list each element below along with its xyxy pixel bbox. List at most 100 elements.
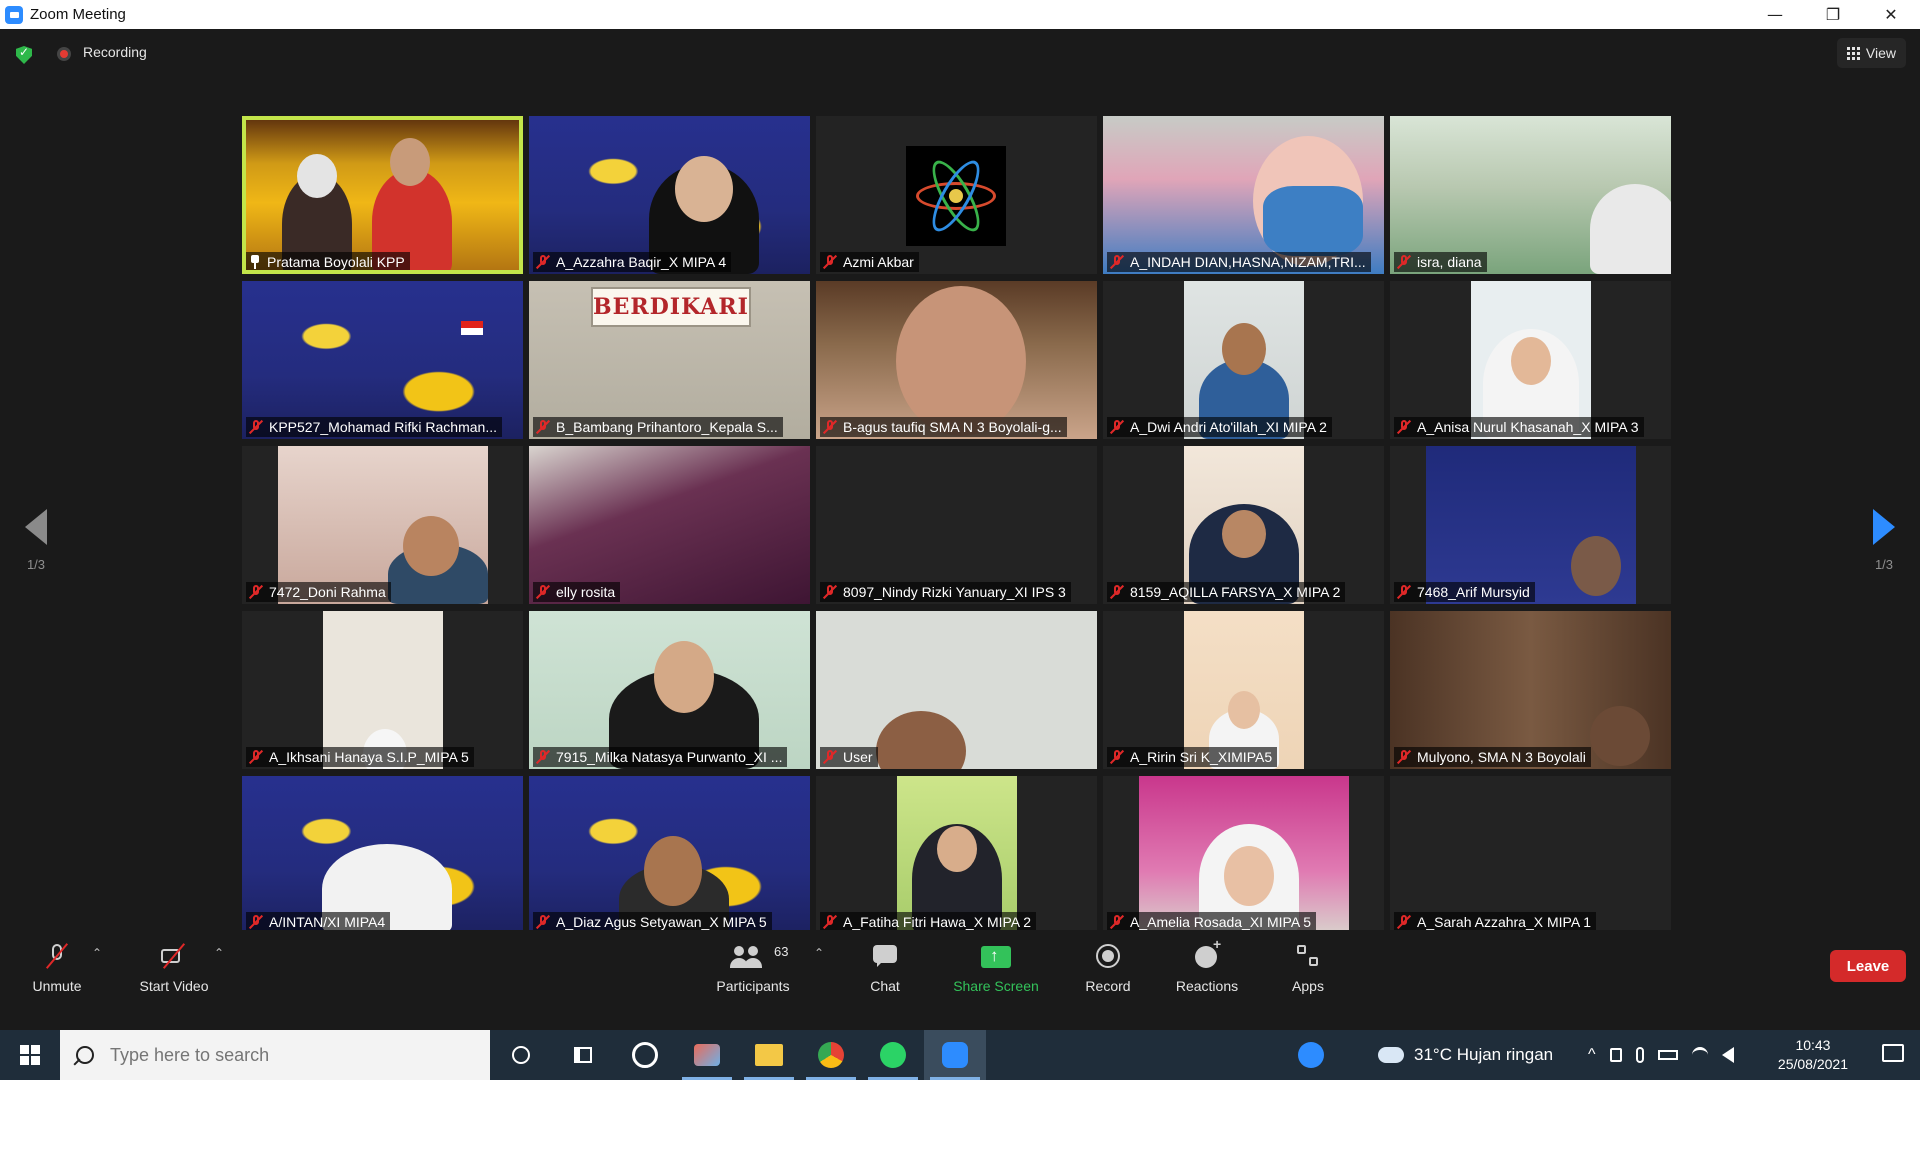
tray-overflow-chevron-icon[interactable]: ^ xyxy=(1588,1046,1596,1064)
participant-figure xyxy=(1510,337,1551,385)
start-video-button[interactable]: Start Video xyxy=(134,930,214,1001)
participant-figure xyxy=(876,711,966,769)
video-feed xyxy=(529,776,810,934)
video-tile[interactable]: A_Amelia Rosada_XI MIPA 5 xyxy=(1103,776,1384,934)
taskbar-search[interactable] xyxy=(60,1030,490,1080)
search-input[interactable] xyxy=(110,1044,440,1066)
arrow-left-icon[interactable] xyxy=(25,509,47,545)
zoom-taskbar-button[interactable] xyxy=(924,1030,986,1080)
video-tile[interactable]: A_Sarah Azzahra_X MIPA 1 xyxy=(1390,776,1671,934)
video-tile[interactable]: A_Anisa Nurul Khasanah_X MIPA 3 xyxy=(1390,281,1671,439)
weather-text: 31°C Hujan ringan xyxy=(1414,1045,1554,1064)
video-feed xyxy=(1183,446,1304,604)
video-tile[interactable]: 7468_Arif Mursyid xyxy=(1390,446,1671,604)
share-screen-button[interactable]: Share Screen xyxy=(950,930,1042,1001)
video-tile[interactable]: A/INTAN/XI MIPA4 xyxy=(242,776,523,934)
chrome-icon xyxy=(818,1042,844,1068)
previous-page-nav[interactable]: 1/3 xyxy=(6,509,66,572)
video-tile[interactable]: 7472_Doni Rahma xyxy=(242,446,523,604)
app-icon xyxy=(632,1042,658,1068)
view-button[interactable]: View xyxy=(1836,38,1906,68)
video-feed xyxy=(529,116,810,274)
participant-name-tag: Mulyono, SMA N 3 Boyolali xyxy=(1394,747,1591,767)
microphone-tray-icon[interactable] xyxy=(1635,1047,1644,1063)
record-icon xyxy=(1094,942,1122,970)
whatsapp-button[interactable] xyxy=(862,1030,924,1080)
participant-figure xyxy=(896,286,1026,436)
mic-muted-icon xyxy=(1397,254,1411,270)
taskbar-app-button[interactable] xyxy=(614,1030,676,1080)
chrome-button[interactable] xyxy=(800,1030,862,1080)
participant-name: Azmi Akbar xyxy=(843,254,914,270)
system-clock[interactable]: 10:43 25/08/2021 xyxy=(1778,1036,1848,1074)
participants-icon xyxy=(730,942,758,970)
participants-button[interactable]: Participants xyxy=(710,930,796,1001)
participant-figure xyxy=(644,836,702,906)
close-button[interactable]: ✕ xyxy=(1862,0,1920,29)
weather-widget[interactable]: 31°C Hujan ringan xyxy=(1378,1030,1553,1080)
unmute-button[interactable]: Unmute xyxy=(26,930,88,1001)
mic-muted-icon xyxy=(536,584,550,600)
video-tile[interactable]: 8097_Nindy Rizki Yanuary_XI IPS 3 xyxy=(816,446,1097,604)
video-options-caret-icon[interactable]: ⌃ xyxy=(214,946,224,960)
file-explorer-button[interactable] xyxy=(738,1030,800,1080)
device-icon[interactable] xyxy=(1609,1048,1622,1062)
participants-options-caret-icon[interactable]: ⌃ xyxy=(814,946,824,960)
taskbar-app-button[interactable] xyxy=(676,1030,738,1080)
participant-figure xyxy=(390,138,430,186)
audio-options-caret-icon[interactable]: ⌃ xyxy=(92,946,102,960)
video-tile[interactable]: B-agus taufiq SMA N 3 Boyolali-g... xyxy=(816,281,1097,439)
apps-icon xyxy=(1294,942,1322,970)
record-button[interactable]: Record xyxy=(1082,930,1134,1001)
participant-name: User xyxy=(843,749,873,765)
video-tile[interactable]: 7915_Milka Natasya Purwanto_XI ... xyxy=(529,611,810,769)
berdikari-sign: BERDIKARI xyxy=(591,287,751,327)
video-tile[interactable]: A_Diaz Agus Setyawan_X MIPA 5 xyxy=(529,776,810,934)
task-view-button[interactable] xyxy=(552,1030,614,1080)
wifi-icon[interactable] xyxy=(1691,1047,1708,1063)
cloud-icon xyxy=(1378,1047,1404,1063)
participant-name-tag: isra, diana xyxy=(1394,252,1487,272)
video-feed xyxy=(1390,611,1671,769)
video-tile[interactable]: A_Azzahra Baqir_X MIPA 4 xyxy=(529,116,810,274)
mic-muted-icon xyxy=(249,584,263,600)
video-tile[interactable]: Pratama Boyolali KPP xyxy=(242,116,523,274)
video-tile[interactable]: Azmi Akbar xyxy=(816,116,1097,274)
start-button[interactable] xyxy=(0,1030,60,1080)
flag-decoration xyxy=(461,321,483,335)
video-tile[interactable]: Mulyono, SMA N 3 Boyolali xyxy=(1390,611,1671,769)
restore-button[interactable]: ❐ xyxy=(1804,0,1862,29)
participant-name-tag: A_Ririn Sri K_XIMIPA5 xyxy=(1107,747,1278,767)
battery-icon[interactable] xyxy=(1657,1050,1678,1060)
video-tile[interactable]: A_Ikhsani Hanaya S.I.P_MIPA 5 xyxy=(242,611,523,769)
meeting-toolbar: Unmute ⌃ Start Video ⌃ Participants 63 ⌃… xyxy=(0,930,1920,1001)
participant-name-tag: A/INTAN/XI MIPA4 xyxy=(246,912,391,932)
video-tile[interactable]: KPP527_Mohamad Rifki Rachman... xyxy=(242,281,523,439)
video-tile[interactable]: A_Dwi Andri Ato'illah_XI MIPA 2 xyxy=(1103,281,1384,439)
video-tile[interactable]: User xyxy=(816,611,1097,769)
minimize-button[interactable]: — xyxy=(1746,0,1804,29)
participant-name-tag: A_Diaz Agus Setyawan_X MIPA 5 xyxy=(533,912,772,932)
video-tile[interactable]: isra, diana xyxy=(1390,116,1671,274)
video-tile[interactable]: elly rosita xyxy=(529,446,810,604)
next-page-nav[interactable]: 1/3 xyxy=(1854,509,1914,572)
leave-button[interactable]: Leave xyxy=(1830,950,1906,982)
video-tile[interactable]: 8159_AQILLA FARSYA_X MIPA 2 xyxy=(1103,446,1384,604)
participant-name-tag: A_Dwi Andri Ato'illah_XI MIPA 2 xyxy=(1107,417,1332,437)
arrow-right-icon[interactable] xyxy=(1873,509,1895,545)
video-tile[interactable]: BERDIKARI B_Bambang Prihantoro_Kepala S.… xyxy=(529,281,810,439)
video-feed xyxy=(529,446,810,604)
apps-button[interactable]: Apps xyxy=(1288,930,1328,1001)
notifications-icon[interactable] xyxy=(1882,1044,1904,1062)
help-icon[interactable] xyxy=(1298,1030,1324,1080)
participant-name: A_Fatiha Fitri Hawa_X MIPA 2 xyxy=(843,914,1032,930)
video-tile[interactable]: A_Ririn Sri K_XIMIPA5 xyxy=(1103,611,1384,769)
chat-button[interactable]: Chat xyxy=(862,930,908,1001)
volume-icon[interactable] xyxy=(1721,1047,1734,1063)
participant-figure xyxy=(675,156,733,222)
cortana-button[interactable] xyxy=(490,1030,552,1080)
video-tile[interactable]: A_INDAH DIAN,HASNA,NIZAM,TRI... xyxy=(1103,116,1384,274)
encryption-shield-icon[interactable] xyxy=(16,46,32,64)
reactions-button[interactable]: Reactions xyxy=(1172,930,1242,1001)
video-tile[interactable]: A_Fatiha Fitri Hawa_X MIPA 2 xyxy=(816,776,1097,934)
